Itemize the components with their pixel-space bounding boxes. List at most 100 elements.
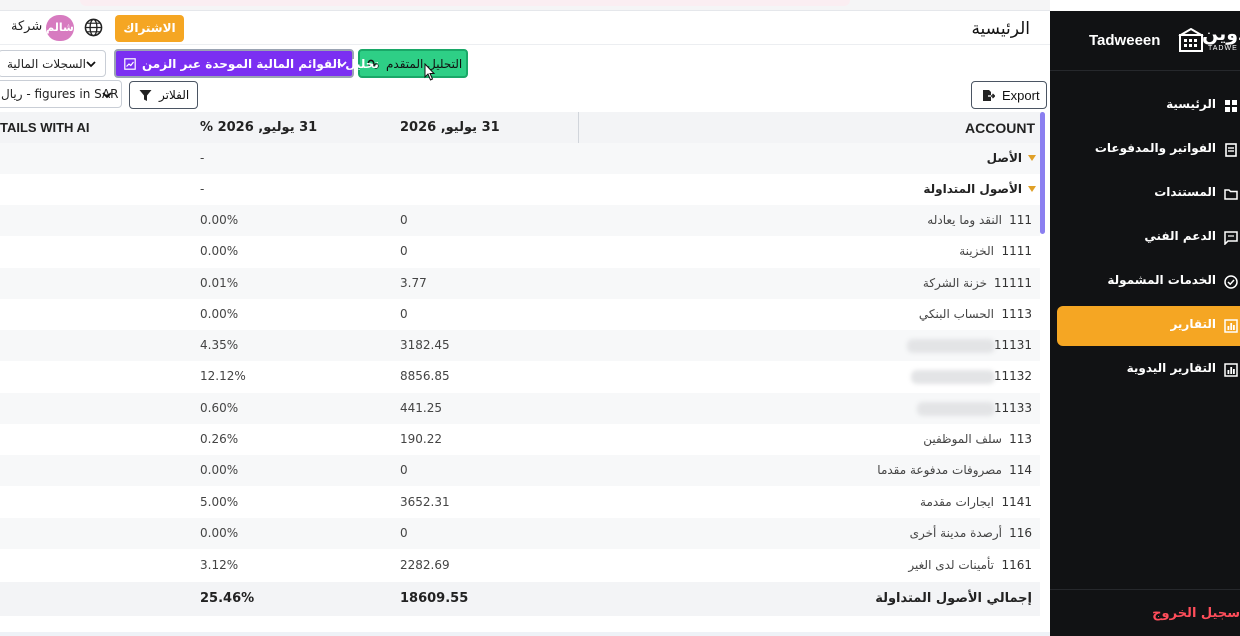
row-percent: 0.00% (200, 213, 239, 227)
mouse-cursor-icon (424, 63, 436, 81)
filters-button[interactable]: الفلاتر (129, 81, 198, 109)
account-name: الحساب البنكي (918, 307, 994, 321)
table-row[interactable]: 11132 8856.85 12.12% (0, 361, 1040, 392)
brand-logo[interactable]: دوين TADWE (1178, 23, 1240, 57)
table-row[interactable]: 113 سلف الموظفين 190.22 0.26% (0, 424, 1040, 455)
financial-records-dropdown[interactable]: السجلات المالية (0, 50, 106, 77)
sidebar-item-documents[interactable]: المستندات (1050, 174, 1240, 214)
sidebar-item-support[interactable]: الدعم الفني (1050, 218, 1240, 258)
table-row[interactable]: 1111 الخزينة 0 0.00% (0, 236, 1040, 267)
total-value: 18609.55 (400, 591, 469, 606)
page-title: الرئيسية (971, 19, 1030, 39)
top-strip-bar (80, 0, 850, 6)
row-percent: 0.01% (200, 276, 239, 290)
chart-line-icon (124, 58, 136, 70)
account-code: 11131 (993, 338, 1032, 352)
row-value: 0 (400, 463, 408, 477)
redacted-account-name (911, 370, 995, 384)
row-value: 3182.45 (400, 338, 450, 352)
avatar: شالم (46, 15, 74, 41)
folder-icon (1224, 189, 1238, 200)
table-scrollbar[interactable] (1040, 112, 1045, 234)
table-row[interactable]: 1113 الحساب البنكي 0 0.00% (0, 299, 1040, 330)
chat-icon (1224, 231, 1238, 245)
table-header: ACCOUNT 31 يوليو, 2026 31 يوليو, 2026 % … (0, 112, 1043, 143)
row-value: 3.77 (400, 276, 427, 290)
row-value: 3652.31 (400, 495, 450, 509)
table-row[interactable]: 11111 خزنة الشركة 3.77 0.01% (0, 268, 1040, 299)
row-percent: 0.00% (200, 463, 239, 477)
receipt-icon (1225, 143, 1237, 157)
filters-label: الفلاتر (159, 88, 190, 102)
row-value: 190.22 (400, 432, 442, 446)
account-code: 111 (1009, 213, 1032, 227)
column-header-percent[interactable]: 31 يوليو, 2026 % (200, 120, 317, 135)
column-header-ai-details[interactable]: TAILS WITH AI (0, 120, 90, 135)
sidebar-item-home[interactable]: الرئيسية (1050, 86, 1240, 126)
account-code: 1111 (1001, 244, 1032, 258)
row-value: 0 (400, 526, 408, 540)
export-button[interactable]: Export (971, 81, 1047, 109)
company-label: شركة (11, 19, 43, 34)
table-row-group[interactable]: الأصل - (0, 143, 1040, 174)
table-row[interactable]: 114 مصروفات مدفوعة مقدما 0 0.00% (0, 455, 1040, 486)
header-divider (0, 44, 1050, 45)
account-code: 11132 (993, 369, 1032, 383)
sidebar-item-invoices[interactable]: الفواتير والمدفوعات (1050, 130, 1240, 170)
row-value: 8856.85 (400, 369, 450, 383)
row-value: 0 (400, 307, 408, 321)
row-percent: 0.26% (200, 432, 239, 446)
table-row-group[interactable]: الأصول المتداولة - (0, 174, 1040, 205)
sidebar-item-label: المستندات (1154, 185, 1216, 199)
bar-chart-icon (1224, 319, 1238, 333)
export-label: Export (1002, 88, 1040, 103)
column-header-account[interactable]: ACCOUNT (965, 120, 1035, 136)
account-name: خزنة الشركة (922, 276, 987, 290)
account-name: الخزينة (959, 244, 994, 258)
redacted-account-name (917, 402, 995, 416)
redacted-account-name (907, 339, 995, 353)
subscribe-button[interactable]: الاشتراك (115, 15, 184, 42)
account-code: 114 (1009, 463, 1032, 477)
table-row[interactable]: 11131 3182.45 4.35% (0, 330, 1040, 361)
sidebar-item-manual-reports[interactable]: التقارير اليدوية (1050, 350, 1240, 390)
sidebar-item-reports[interactable]: التقارير (1057, 306, 1240, 346)
consolidated-analysis-dropdown[interactable]: تحليل القوائم المالية الموحدة عبر الزمن (114, 49, 379, 78)
expand-triangle-icon[interactable] (1028, 186, 1036, 192)
account-name: مصروفات مدفوعة مقدما (877, 463, 1002, 477)
row-percent: - (200, 151, 205, 165)
table-row[interactable]: 111 النقد وما يعادله 0 0.00% (0, 205, 1040, 236)
sidebar-item-label: الخدمات المشمولة (1107, 273, 1216, 287)
account-code: 113 (1009, 432, 1032, 446)
account-code: 1113 (1001, 307, 1032, 321)
row-percent: 0.60% (200, 401, 239, 415)
account-name: سلف الموظفين (923, 432, 1002, 446)
bar-chart-icon (1224, 363, 1238, 377)
financial-records-label: السجلات المالية (7, 57, 87, 71)
table-row[interactable]: 116 أرصدة مدينة أخرى 0 0.00% (0, 518, 1040, 549)
expand-triangle-icon[interactable] (1028, 155, 1036, 161)
row-percent: 0.00% (200, 526, 239, 540)
account-code: 1161 (1001, 558, 1032, 572)
table-row[interactable]: 1141 ايجارات مقدمة 3652.31 5.00% (0, 487, 1040, 518)
export-icon (983, 90, 995, 101)
sidebar-item-label: الفواتير والمدفوعات (1094, 141, 1216, 155)
logout-button[interactable]: سجيل الخروج (1050, 589, 1240, 636)
group-label: الأصل (986, 151, 1022, 165)
currency-select[interactable]: ريال - figures in SAR (0, 80, 122, 108)
account-code: 11111 (993, 276, 1032, 290)
column-header-date[interactable]: 31 يوليو, 2026 (400, 120, 500, 135)
grid-icon (1225, 100, 1237, 112)
sidebar: Tadweeen دوين TADWE الرئيسية الفواتير وا… (1050, 11, 1240, 636)
row-percent: - (200, 182, 205, 196)
brand-name: Tadweeen (1089, 32, 1161, 49)
account-code: 1141 (1001, 495, 1032, 509)
sidebar-item-services[interactable]: الخدمات المشمولة (1050, 262, 1240, 302)
row-percent: 0.00% (200, 307, 239, 321)
account-code: 116 (1009, 526, 1032, 540)
row-percent: 5.00% (200, 495, 239, 509)
globe-icon[interactable] (84, 18, 103, 37)
logout-label: سجيل الخروج (1152, 606, 1240, 621)
table-row[interactable]: 1161 تأمينات لدى الغير 2282.69 3.12% (0, 550, 1040, 581)
table-row[interactable]: 11133 441.25 0.60% (0, 393, 1040, 424)
